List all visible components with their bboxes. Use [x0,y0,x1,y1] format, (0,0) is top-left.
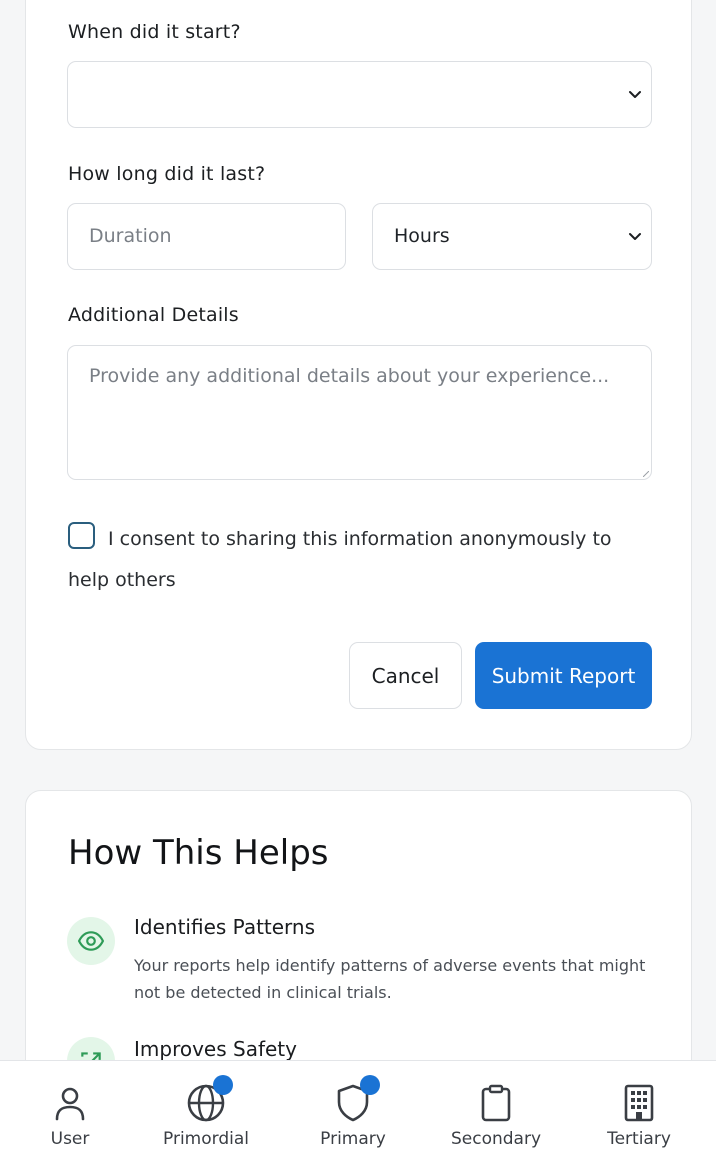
notification-badge [360,1075,380,1095]
help-item-title: Improves Safety [134,1037,297,1061]
help-item-description: Your reports help identify patterns of a… [134,956,646,1002]
nav-label-user: User [50,1129,90,1149]
nav-label-tertiary: Tertiary [607,1129,671,1149]
nav-label-primordial: Primordial [163,1129,249,1149]
submit-report-button[interactable]: Submit Report [475,642,652,709]
duration-label: How long did it last? [68,163,266,185]
duration-input[interactable]: Duration [67,203,346,270]
nav-item-primary[interactable]: Primary [293,1061,413,1164]
consent-text: I consent to sharing this information an… [68,528,612,591]
nav-item-primordial[interactable]: Primordial [146,1061,266,1164]
chevron-down-icon [629,91,641,98]
nav-item-tertiary[interactable]: Tertiary [579,1061,699,1164]
start-label: When did it start? [68,21,241,43]
user-icon [55,1087,85,1121]
nav-label-secondary: Secondary [450,1129,542,1149]
report-form-card: When did it start? How long did it last?… [25,0,692,750]
clipboard-icon [481,1084,511,1122]
duration-unit-value: Hours [394,225,450,247]
cancel-button[interactable]: Cancel [349,642,462,709]
details-label: Additional Details [68,304,239,326]
eye-icon [67,917,115,965]
bottom-nav: User Primordial Primary Secondary Tertia… [0,1060,716,1164]
chevron-down-icon [629,233,641,240]
help-title: How This Helps [68,833,329,873]
resize-handle-icon[interactable] [643,471,649,477]
duration-placeholder: Duration [89,225,172,247]
details-placeholder: Provide any additional details about you… [89,365,610,387]
nav-item-user[interactable]: User [10,1061,130,1164]
details-textarea[interactable]: Provide any additional details about you… [67,345,652,480]
nav-item-secondary[interactable]: Secondary [436,1061,556,1164]
building-icon [624,1084,654,1122]
notification-badge [213,1075,233,1095]
nav-label-primary: Primary [320,1129,386,1149]
start-select[interactable] [67,61,652,128]
duration-unit-select[interactable]: Hours [372,203,652,270]
help-item-title: Identifies Patterns [134,915,316,939]
